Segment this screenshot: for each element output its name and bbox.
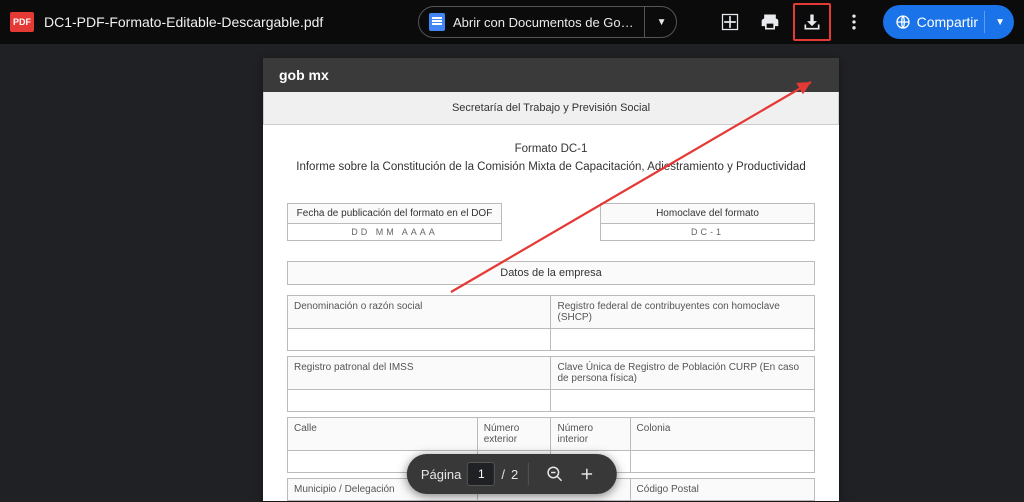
field-imss: Registro patronal del IMSS bbox=[288, 357, 551, 390]
homoclave-box-value: DC-1 bbox=[601, 224, 814, 240]
input-denominacion[interactable] bbox=[288, 329, 551, 351]
pdf-page: gob mx Secretaría del Trabajo y Previsió… bbox=[263, 58, 839, 501]
add-to-drive-button[interactable] bbox=[713, 5, 747, 39]
file-title: DC1-PDF-Formato-Editable-Descargable.pdf bbox=[44, 14, 323, 30]
fecha-box-value: DD MM AAAA bbox=[288, 224, 501, 240]
toolbar-right: Compartir ▼ bbox=[713, 3, 1014, 41]
google-docs-icon bbox=[429, 13, 445, 31]
chevron-down-icon[interactable]: ▼ bbox=[653, 17, 671, 28]
datos-empresa-title: Datos de la empresa bbox=[287, 261, 815, 285]
print-icon bbox=[760, 12, 780, 32]
pdf-viewer[interactable]: gob mx Secretaría del Trabajo y Previsió… bbox=[0, 44, 1024, 502]
download-icon bbox=[802, 12, 822, 32]
input-colonia[interactable] bbox=[630, 451, 814, 473]
field-denominacion: Denominación o razón social bbox=[288, 296, 551, 329]
field-curp: Clave Única de Registro de Población CUR… bbox=[551, 357, 815, 390]
zoom-out-icon bbox=[546, 465, 564, 483]
print-button[interactable] bbox=[753, 5, 787, 39]
download-button[interactable] bbox=[793, 3, 831, 41]
fecha-box-title: Fecha de publicación del formato en el D… bbox=[288, 204, 501, 224]
share-label: Compartir bbox=[917, 14, 978, 30]
field-rfc: Registro federal de contribuyentes con h… bbox=[551, 296, 815, 329]
more-options-button[interactable] bbox=[837, 5, 871, 39]
page-navigation-bar: Página / 2 bbox=[407, 454, 617, 494]
meta-boxes-row: Fecha de publicación del formato en el D… bbox=[263, 203, 839, 241]
document-title-block: Formato DC-1 Informe sobre la Constituci… bbox=[263, 125, 839, 183]
secretaria-banner: Secretaría del Trabajo y Previsión Socia… bbox=[263, 92, 839, 125]
input-curp[interactable] bbox=[551, 390, 815, 412]
fecha-box: Fecha de publicación del formato en el D… bbox=[287, 203, 502, 241]
add-to-drive-icon bbox=[720, 12, 740, 32]
open-with-label: Abrir con Documentos de Go… bbox=[453, 15, 634, 30]
zoom-out-button[interactable] bbox=[541, 460, 569, 488]
format-code: Formato DC-1 bbox=[275, 143, 827, 155]
homoclave-box: Homoclave del formato DC-1 bbox=[600, 203, 815, 241]
open-with-button[interactable]: Abrir con Documentos de Go… ▼ bbox=[418, 6, 677, 38]
open-with-separator bbox=[644, 7, 645, 37]
field-calle: Calle bbox=[288, 418, 478, 451]
open-with-group: Abrir con Documentos de Go… ▼ bbox=[418, 6, 677, 38]
top-bar: PDF DC1-PDF-Formato-Editable-Descargable… bbox=[0, 0, 1024, 44]
document-subtitle: Informe sobre la Constitución de la Comi… bbox=[296, 161, 805, 173]
share-separator bbox=[984, 11, 985, 33]
more-vert-icon bbox=[844, 12, 864, 32]
pdf-badge: PDF bbox=[10, 12, 34, 32]
page-separator: / bbox=[501, 467, 505, 482]
share-caret-icon[interactable]: ▼ bbox=[991, 17, 1009, 28]
globe-icon bbox=[895, 14, 911, 30]
zoom-in-icon bbox=[578, 465, 596, 483]
page-number-input[interactable] bbox=[467, 462, 495, 486]
field-colonia: Colonia bbox=[630, 418, 814, 451]
zoom-in-button[interactable] bbox=[573, 460, 601, 488]
input-rfc[interactable] bbox=[551, 329, 815, 351]
field-num-interior: Número interior bbox=[551, 418, 630, 451]
field-cp: Código Postal bbox=[630, 479, 814, 501]
gob-brand: gob mx bbox=[263, 58, 839, 92]
total-pages: 2 bbox=[511, 467, 518, 482]
share-button[interactable]: Compartir ▼ bbox=[883, 5, 1014, 39]
field-num-exterior: Número exterior bbox=[477, 418, 551, 451]
homoclave-box-title: Homoclave del formato bbox=[601, 204, 814, 224]
footer-divider bbox=[528, 463, 529, 485]
input-imss[interactable] bbox=[288, 390, 551, 412]
pagina-label: Página bbox=[421, 467, 461, 482]
